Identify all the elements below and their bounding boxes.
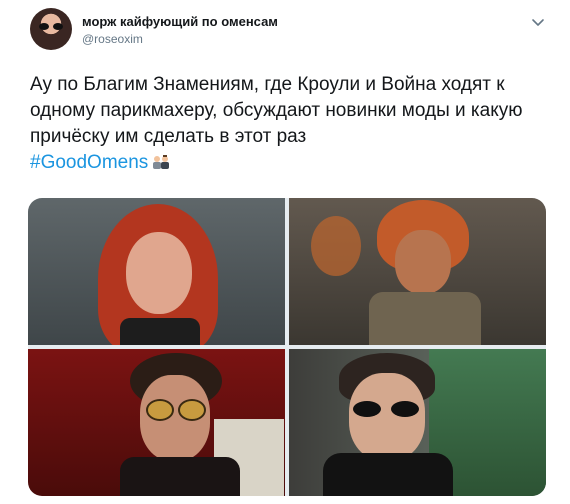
haircut-emoji-icon [153,155,170,169]
photo-war-crowd[interactable] [289,198,546,345]
tweet-text: Ау по Благим Знамениям, где Кроули и Вой… [30,72,550,176]
author-handle[interactable]: @roseoxim [82,32,143,46]
chevron-down-icon[interactable] [530,14,546,30]
media-grid [28,198,546,496]
photo-crowley-phone[interactable] [28,349,285,496]
tweet-body: Ау по Благим Знамениям, где Кроули и Вой… [30,74,523,147]
photo-crowley-escalator[interactable] [289,349,546,496]
hashtag-link[interactable]: #GoodOmens [30,152,148,173]
tweet-card: морж кайфующий по оменсам @roseoxim Ау п… [0,0,570,504]
author-display-name[interactable]: морж кайфующий по оменсам [82,14,278,29]
avatar[interactable] [30,8,72,50]
sunglasses-icon [39,23,63,31]
photo-redhead-woman[interactable] [28,198,285,345]
